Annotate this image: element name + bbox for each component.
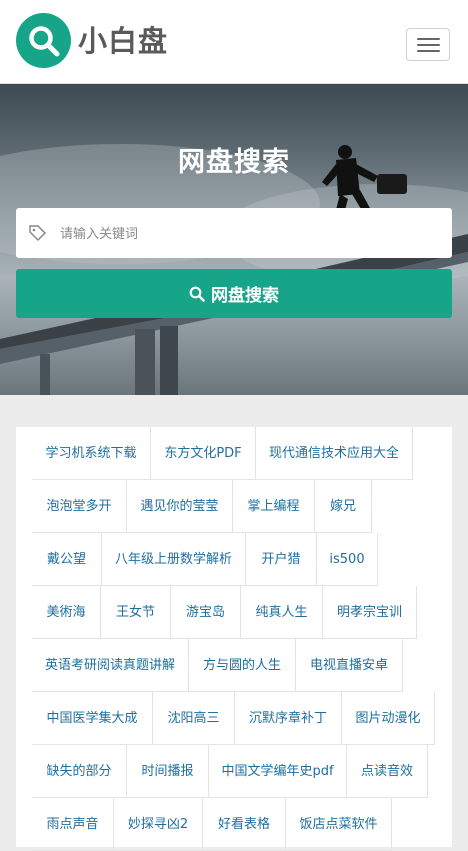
- search-button[interactable]: 网盘搜索: [16, 269, 452, 318]
- tag-link[interactable]: 图片动漫化: [342, 692, 435, 745]
- search-box: [16, 208, 452, 260]
- tag-link[interactable]: 开户猎: [246, 533, 317, 586]
- tag-link[interactable]: 中国医学集大成: [32, 692, 153, 745]
- tag-icon: [29, 225, 47, 242]
- site-header: 小白盘: [0, 0, 468, 84]
- tag-link[interactable]: 雨点声音: [32, 798, 114, 851]
- hot-search-tags-panel: 学习机系统下载 东方文化PDF 现代通信技术应用大全 泡泡堂多开 遇见你的莹莹 …: [16, 427, 452, 851]
- tag-link[interactable]: 好看表格: [203, 798, 286, 851]
- tag-link[interactable]: 嫁兄: [315, 480, 372, 533]
- hero-title: 网盘搜索: [178, 147, 290, 178]
- tag-link[interactable]: 纯真人生: [241, 586, 323, 639]
- tag-link[interactable]: 现代通信技术应用大全: [256, 427, 413, 480]
- tag-link[interactable]: 中国文学编年史pdf: [209, 745, 347, 798]
- search-icon: [189, 286, 205, 302]
- hamburger-icon-line: [417, 50, 440, 52]
- tag-link[interactable]: 时间播报: [127, 745, 209, 798]
- tag-link[interactable]: 游宝岛: [171, 586, 241, 639]
- tag-link[interactable]: 泡泡堂多开: [32, 480, 127, 533]
- logo-search-icon[interactable]: [16, 13, 71, 68]
- tag-link[interactable]: 沈阳高三: [153, 692, 235, 745]
- tag-link[interactable]: 方与圆的人生: [189, 639, 296, 692]
- logo-text[interactable]: 小白盘: [78, 21, 168, 61]
- tag-link[interactable]: 八年级上册数学解析: [102, 533, 246, 586]
- tag-link[interactable]: 戴公望: [32, 533, 102, 586]
- tag-link[interactable]: 饭店点菜软件: [286, 798, 392, 851]
- tag-link[interactable]: 掌上编程: [233, 480, 315, 533]
- tag-link[interactable]: 缺失的部分: [32, 745, 127, 798]
- tag-link[interactable]: 王女节: [101, 586, 171, 639]
- tag-link[interactable]: is500: [317, 533, 378, 586]
- tag-link[interactable]: 沉默序章补丁: [235, 692, 342, 745]
- search-button-label: 网盘搜索: [211, 286, 279, 306]
- tag-link[interactable]: 点读音效: [347, 745, 428, 798]
- tag-link[interactable]: 美術海: [32, 586, 101, 639]
- tag-link[interactable]: 东方文化PDF: [151, 427, 256, 480]
- tag-link[interactable]: 电视直播安卓: [296, 639, 403, 692]
- hamburger-icon: [417, 38, 440, 40]
- hero-banner: 网盘搜索 网盘搜索: [0, 84, 468, 395]
- tag-link[interactable]: 明孝宗宝训: [323, 586, 417, 639]
- tag-link[interactable]: 遇见你的莹莹: [127, 480, 233, 533]
- search-input[interactable]: [58, 208, 442, 260]
- tag-link[interactable]: 英语考研阅读真题讲解: [32, 639, 189, 692]
- hamburger-icon-line: [417, 44, 440, 46]
- tag-link[interactable]: 学习机系统下载: [32, 427, 151, 480]
- menu-toggle-button[interactable]: [406, 28, 450, 61]
- tag-link[interactable]: 妙探寻凶2: [114, 798, 203, 851]
